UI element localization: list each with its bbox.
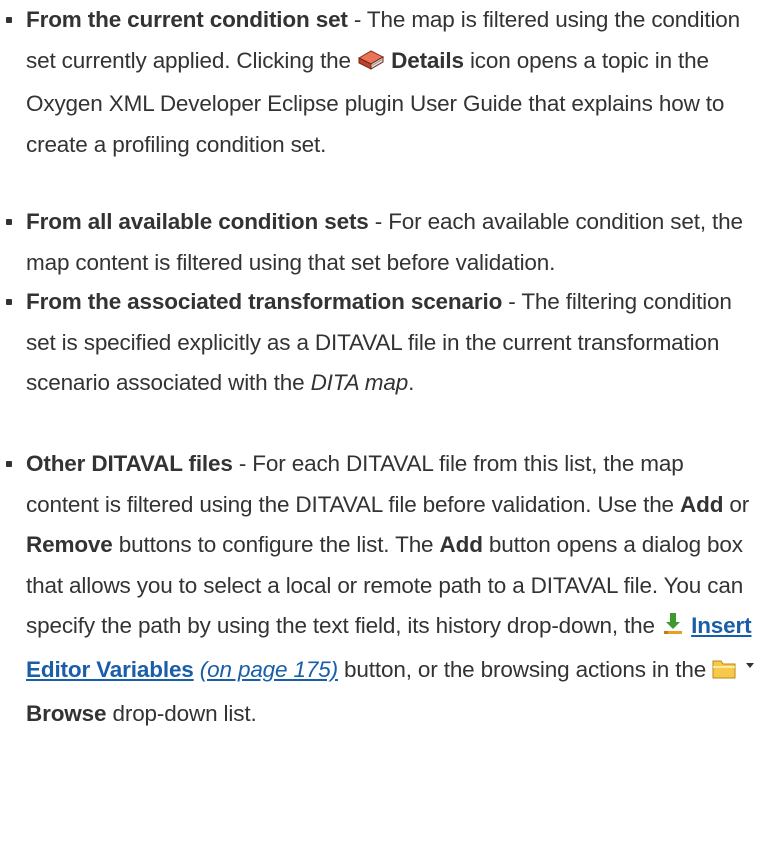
list-item: From the associated transformation scena… xyxy=(0,282,760,404)
browse-label: Browse xyxy=(26,700,107,726)
option-description-end: drop-down list. xyxy=(106,700,257,726)
bullet-marker xyxy=(6,17,12,23)
page-reference-link[interactable]: (on page 175) xyxy=(200,657,338,682)
option-description-end: . xyxy=(408,370,415,396)
list-item: Other DITAVAL files - For each DITAVAL f… xyxy=(0,444,760,734)
option-term: From all available condition sets xyxy=(26,209,369,234)
details-label: Details xyxy=(391,47,464,73)
list-item: From the current condition set - The map… xyxy=(0,0,760,165)
list-item: From all available condition sets - For … xyxy=(0,202,760,283)
list-item-text: From the current condition set - The map… xyxy=(26,0,760,165)
add-button-label: Add xyxy=(680,491,724,517)
option-term: Other DITAVAL files xyxy=(26,451,233,476)
folder-icon xyxy=(712,653,738,694)
document-body: From the current condition set - The map… xyxy=(0,0,765,868)
add-button-label: Add xyxy=(439,532,483,558)
dropdown-arrow-icon xyxy=(744,653,756,694)
list-item-text: Other DITAVAL files - For each DITAVAL f… xyxy=(26,444,760,734)
bullet-marker xyxy=(6,219,12,225)
list-item-text: From all available condition sets - For … xyxy=(26,202,760,283)
connector-text: or xyxy=(723,491,750,517)
details-book-icon xyxy=(357,44,385,85)
dita-map-term: DITA map xyxy=(310,370,409,396)
option-term: From the current condition set xyxy=(26,7,348,32)
insert-variables-icon xyxy=(661,609,685,650)
bullet-marker xyxy=(6,299,12,305)
remove-button-label: Remove xyxy=(26,532,113,558)
list-item-text: From the associated transformation scena… xyxy=(26,282,760,404)
option-description-cont: buttons to configure the list. The xyxy=(112,532,440,558)
option-description-cont: button, or the browsing actions in the xyxy=(337,656,713,682)
option-term: From the associated transformation scena… xyxy=(26,289,503,314)
bullet-marker xyxy=(6,461,12,467)
